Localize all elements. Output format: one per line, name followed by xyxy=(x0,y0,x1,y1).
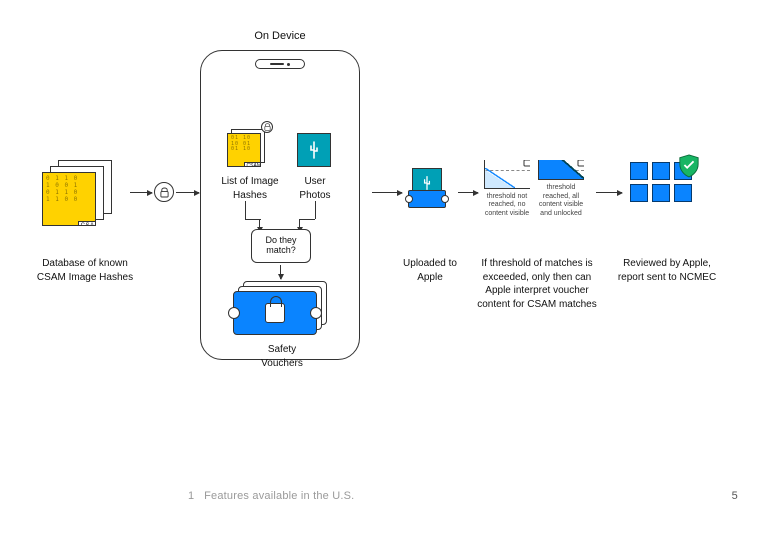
footnote-index: 1 xyxy=(188,490,194,502)
csam-mini-tag: CSAM xyxy=(244,162,261,167)
page-number: 5 xyxy=(732,490,738,502)
lock-icon xyxy=(522,160,530,166)
database-caption: Database of known CSAM Image Hashes xyxy=(30,257,140,284)
match-label: Do they match? xyxy=(252,236,310,256)
csam-tag: CSAM xyxy=(78,221,96,226)
arrow-icon xyxy=(130,192,152,193)
threshold-caption: If threshold of matches is exceeded, onl… xyxy=(472,257,602,311)
safety-vouchers-caption: Safety Vouchers xyxy=(247,343,317,370)
arrow-icon xyxy=(176,192,199,193)
user-photos-icon xyxy=(297,133,331,167)
lock-icon xyxy=(261,121,273,133)
diagram-canvas: 0 1 1 01 0 0 10 1 1 01 1 0 0 CSAM Databa… xyxy=(0,0,768,538)
hash-list-icon: 01 1010 0101 10 CSAM xyxy=(227,125,269,167)
threshold-reached-subcaption: threshold reached, all content visible a… xyxy=(538,184,584,218)
threshold-reached-chart-icon xyxy=(538,160,584,180)
database-hashes-icon: 0 1 1 01 0 0 10 1 1 01 1 0 0 CSAM xyxy=(42,160,122,225)
threshold-charts: threshold not reached, no content visibl… xyxy=(484,160,588,218)
device-outline-icon: 01 1010 0101 10 CSAM List of Image Hashe… xyxy=(200,50,360,360)
uploaded-caption: Uploaded to Apple xyxy=(398,257,462,284)
user-photos-caption: User Photos xyxy=(293,175,337,202)
arrow-down-icon xyxy=(280,265,281,279)
shield-check-icon xyxy=(678,154,700,178)
footnote-text: Features available in the U.S. xyxy=(204,490,354,502)
arrow-icon xyxy=(596,192,622,193)
review-caption: Reviewed by Apple, report sent to NCMEC xyxy=(612,257,722,284)
match-decision-box: Do they match? xyxy=(251,229,311,263)
uploaded-voucher-icon xyxy=(408,168,452,212)
page-footer: 1 Features available in the U.S. 5 xyxy=(0,490,768,502)
on-device-label: On Device xyxy=(200,30,360,42)
arrow-icon xyxy=(458,192,478,193)
threshold-not-reached-subcaption: threshold not reached, no content visibl… xyxy=(484,193,530,218)
photo-cactus-icon xyxy=(307,140,321,160)
review-grid-icon xyxy=(630,162,696,218)
safety-vouchers-icon xyxy=(233,281,329,337)
arrow-icon xyxy=(372,192,402,193)
encrypted-transfer-lock-icon xyxy=(154,182,174,202)
threshold-not-reached-chart-icon xyxy=(484,160,530,189)
hash-list-caption: List of Image Hashes xyxy=(215,175,285,202)
phone-notch-icon xyxy=(255,59,305,69)
lock-open-icon xyxy=(576,160,584,166)
lock-icon xyxy=(265,303,285,323)
